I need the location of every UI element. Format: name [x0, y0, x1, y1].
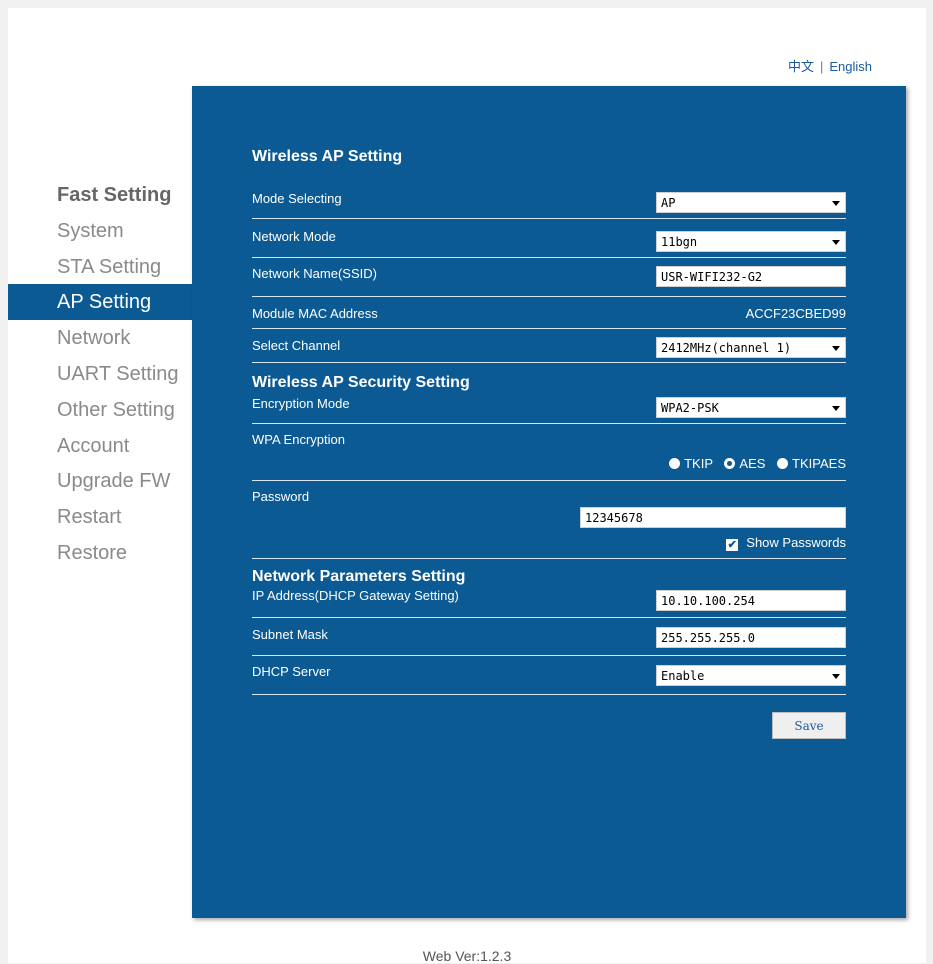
- tkip-label: TKIP: [684, 456, 713, 471]
- dhcp-select[interactable]: Enable: [656, 665, 846, 686]
- sidebar-item-uart-setting[interactable]: UART Setting: [8, 356, 194, 392]
- sidebar-item-sta-setting[interactable]: STA Setting: [8, 249, 194, 285]
- sidebar-item-restore[interactable]: Restore: [8, 535, 194, 571]
- network-mode-row: Network Mode 11bgn: [252, 219, 846, 258]
- ssid-row: Network Name(SSID) USR-WIFI232-G2: [252, 258, 846, 297]
- page: 中文 | English Fast Setting System STA Setti…: [8, 8, 926, 964]
- sidebar-item-system[interactable]: System: [8, 213, 194, 249]
- encryption-mode-label: Encryption Mode: [252, 396, 350, 411]
- mac-value: ACCF23CBED99: [745, 306, 846, 321]
- mac-row: Module MAC Address ACCF23CBED99: [252, 297, 846, 329]
- chevron-down-icon: [832, 201, 840, 206]
- ip-row: IP Address(DHCP Gateway Setting) 10.10.1…: [252, 586, 846, 618]
- security-title: Wireless AP Security Setting: [252, 374, 470, 391]
- sidebar-item-network[interactable]: Network: [8, 320, 194, 356]
- mask-label: Subnet Mask: [252, 627, 328, 642]
- network-mode-label: Network Mode: [252, 229, 336, 244]
- password-row: Password 12345678 ✔ Show Passwords: [252, 481, 846, 559]
- version-footer: Web Ver:1.2.3: [422, 948, 512, 964]
- save-button[interactable]: Save: [772, 712, 846, 739]
- dhcp-row: DHCP Server Enable: [252, 656, 846, 695]
- dhcp-value: Enable: [661, 669, 705, 683]
- chevron-down-icon: [832, 406, 840, 411]
- aes-radio[interactable]: [724, 458, 736, 469]
- wpa-row: WPA Encryption TKIP AES TKIPAES: [252, 424, 846, 481]
- language-switch: 中文 | English: [788, 56, 872, 75]
- mode-select[interactable]: AP: [656, 192, 846, 213]
- sidebar-item-upgrade-fw[interactable]: Upgrade FW: [8, 463, 194, 499]
- ip-input[interactable]: 10.10.100.254: [656, 590, 846, 611]
- sidebar-item-restart[interactable]: Restart: [8, 499, 194, 535]
- tkipaes-radio[interactable]: [777, 458, 789, 469]
- ssid-label: Network Name(SSID): [252, 266, 377, 281]
- mac-label: Module MAC Address: [252, 306, 378, 321]
- tkipaes-label: TKIPAES: [792, 456, 846, 471]
- show-passwords-checkbox[interactable]: ✔: [726, 539, 739, 551]
- wpa-radio-group: TKIP AES TKIPAES: [661, 456, 846, 471]
- tkip-radio[interactable]: [669, 458, 681, 469]
- show-passwords-label: Show Passwords: [746, 535, 846, 550]
- network-title: Network Parameters Setting: [252, 568, 466, 585]
- chevron-down-icon: [832, 240, 840, 245]
- channel-row: Select Channel 2412MHz(channel 1): [252, 329, 846, 363]
- password-label: Password: [252, 489, 310, 504]
- aes-label: AES: [739, 456, 766, 471]
- sidebar-item-other-setting[interactable]: Other Setting: [8, 392, 194, 428]
- mode-label: Mode Selecting: [252, 191, 342, 206]
- channel-select[interactable]: 2412MHz(channel 1): [656, 337, 846, 358]
- mode-row: Mode Selecting AP: [252, 186, 846, 219]
- lang-separator: |: [819, 59, 824, 74]
- ssid-input[interactable]: USR-WIFI232-G2: [656, 266, 846, 287]
- sidebar-item-ap-setting[interactable]: AP Setting: [8, 284, 194, 321]
- mask-row: Subnet Mask 255.255.255.0: [252, 618, 846, 656]
- chevron-down-icon: [832, 346, 840, 351]
- encryption-mode-select[interactable]: WPA2-PSK: [656, 397, 846, 418]
- ip-label: IP Address(DHCP Gateway Setting): [252, 588, 459, 603]
- channel-label: Select Channel: [252, 338, 341, 353]
- lang-chinese-link[interactable]: 中文: [788, 59, 814, 74]
- network-mode-select[interactable]: 11bgn: [656, 231, 846, 252]
- show-passwords: ✔ Show Passwords: [726, 535, 846, 551]
- encryption-mode-row: Encryption Mode WPA2-PSK: [252, 394, 846, 424]
- settings-panel: Wireless AP Setting Mode Selecting AP Ne…: [192, 86, 906, 918]
- lang-english-link[interactable]: English: [829, 59, 872, 74]
- chevron-down-icon: [832, 674, 840, 679]
- sidebar-item-account[interactable]: Account: [8, 428, 194, 464]
- mask-input[interactable]: 255.255.255.0: [656, 627, 846, 648]
- encryption-mode-value: WPA2-PSK: [661, 401, 719, 415]
- wpa-label: WPA Encryption: [252, 432, 345, 447]
- network-mode-value: 11bgn: [661, 235, 698, 249]
- channel-value: 2412MHz(channel 1): [661, 341, 792, 355]
- sidebar: Fast Setting System STA Setting AP Setti…: [8, 177, 194, 571]
- mode-value: AP: [661, 196, 676, 210]
- wireless-ap-title: Wireless AP Setting: [252, 148, 403, 165]
- password-input[interactable]: 12345678: [580, 507, 846, 528]
- dhcp-label: DHCP Server: [252, 664, 331, 679]
- sidebar-item-fast-setting[interactable]: Fast Setting: [8, 177, 194, 213]
